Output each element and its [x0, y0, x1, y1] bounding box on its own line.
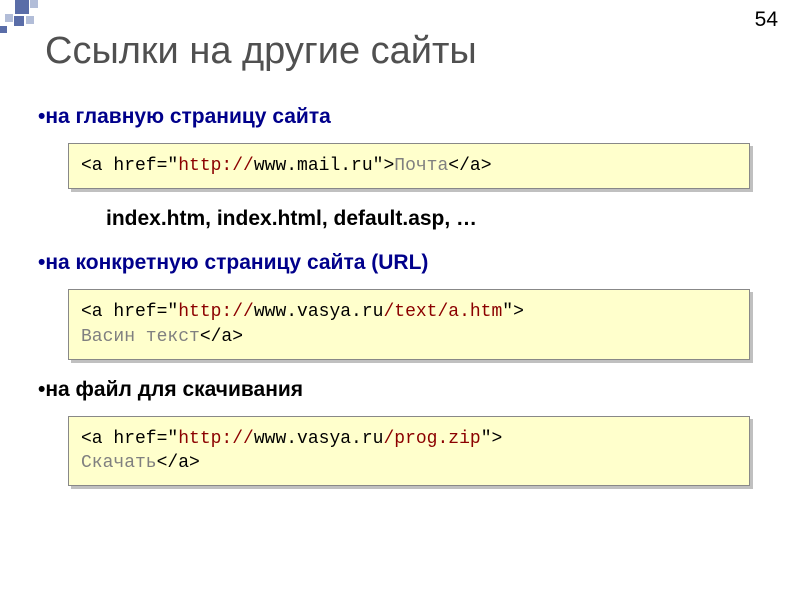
- index-files-line: index.htm, index.html, default.asp, …: [106, 207, 780, 231]
- code-path: /text/a.htm: [383, 302, 502, 322]
- page-number: 54: [755, 8, 778, 32]
- code-example-1: <a href="http://www.mail.ru">Почта</a>: [68, 143, 750, 189]
- code-text: ">: [373, 156, 395, 176]
- code-host: www.mail.ru: [254, 156, 373, 176]
- bullet-specific-page: •на конкретную страницу сайта (URL): [38, 251, 780, 275]
- code-scheme: http://: [178, 302, 254, 322]
- code-scheme: http://: [178, 429, 254, 449]
- code-linktext: Васин текст: [81, 327, 200, 347]
- code-text: <a href=": [81, 302, 178, 322]
- code-text: ">: [502, 302, 524, 322]
- code-text: <a href=": [81, 156, 178, 176]
- code-text: ">: [481, 429, 503, 449]
- slide-content: •на главную страницу сайта <a href="http…: [38, 105, 780, 504]
- code-path: /prog.zip: [383, 429, 480, 449]
- code-text: <a href=": [81, 429, 178, 449]
- bullet-main-page: •на главную страницу сайта: [38, 105, 780, 129]
- code-linktext: Скачать: [81, 453, 157, 473]
- code-example-2: <a href="http://www.vasya.ru/text/a.htm"…: [68, 289, 750, 360]
- code-host: www.vasya.ru: [254, 429, 384, 449]
- corner-decoration: [0, 0, 50, 40]
- code-linktext: Почта: [394, 156, 448, 176]
- code-text: </a>: [448, 156, 491, 176]
- code-text: </a>: [200, 327, 243, 347]
- code-host: www.vasya.ru: [254, 302, 384, 322]
- code-scheme: http://: [178, 156, 254, 176]
- slide-title: Ссылки на другие сайты: [45, 30, 477, 73]
- code-example-3: <a href="http://www.vasya.ru/prog.zip"> С…: [68, 416, 750, 487]
- bullet-download-file: •на файл для скачивания: [38, 378, 780, 402]
- code-text: </a>: [157, 453, 200, 473]
